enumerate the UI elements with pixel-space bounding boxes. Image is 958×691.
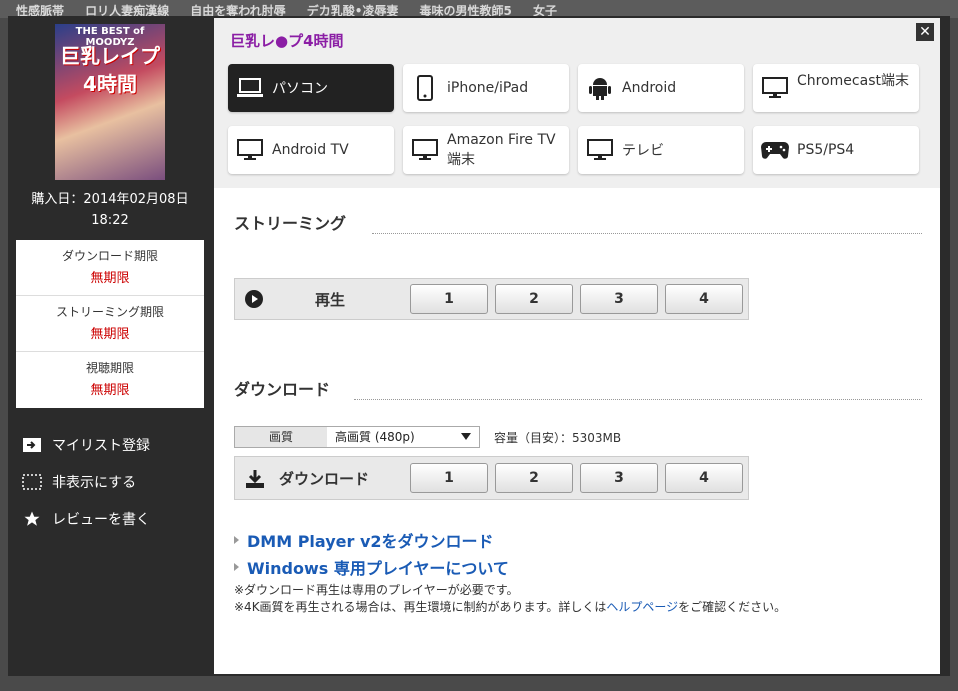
streaming-limit: ストリーミング期限 無期限 — [16, 296, 204, 352]
note-segment: をご確認ください。 — [678, 600, 787, 614]
download-part-button[interactable]: 4 — [665, 463, 743, 493]
limit-value: 無期限 — [90, 383, 130, 398]
device-tab-ps[interactable]: PS5/PS4 — [753, 126, 919, 174]
help-page-link[interactable]: ヘルプページ — [606, 600, 678, 614]
stream-part-button[interactable]: 2 — [495, 284, 573, 314]
modal-content: 巨乳レ●プ4時間 ✕ パソコン iPhone/iPad Android Chro… — [214, 18, 940, 674]
device-tab-pc[interactable]: パソコン — [228, 64, 394, 112]
quality-select[interactable]: 画質 高画質 (480p) — [234, 426, 480, 448]
device-label: iPhone/iPad — [447, 80, 529, 96]
monitor-icon — [753, 64, 797, 112]
close-button[interactable]: ✕ — [916, 23, 934, 41]
limit-value: 無期限 — [90, 271, 130, 286]
laptop-icon — [228, 64, 272, 112]
mylist-button[interactable]: マイリスト登録 — [22, 426, 204, 463]
capacity-text: 容量（目安）：5303MB — [494, 431, 622, 445]
gamepad-icon — [753, 126, 797, 174]
device-label: Amazon Fire TV 端末 — [447, 130, 556, 170]
device-label: PS5/PS4 — [797, 142, 855, 158]
monitor-icon — [578, 126, 622, 174]
stream-part-button[interactable]: 1 — [410, 284, 488, 314]
windows-player-link[interactable]: Windows 専用プレイヤーについて — [234, 555, 509, 579]
chevron-down-icon — [461, 433, 471, 440]
download-limit: ダウンロード期限 無期限 — [16, 240, 204, 296]
device-header: 巨乳レ●プ4時間 ✕ パソコン iPhone/iPad Android Chro… — [214, 18, 940, 188]
triangle-right-icon — [234, 536, 239, 544]
purchase-date: 購入日：2014年02月08日 18:22 — [16, 184, 204, 245]
download-part-button[interactable]: 2 — [495, 463, 573, 493]
purchase-date-line: 購入日：2014年02月08日 — [31, 192, 189, 207]
download-part-button[interactable]: 3 — [580, 463, 658, 493]
viewing-limit: 視聴期限 無期限 — [16, 352, 204, 408]
star-icon — [22, 509, 42, 529]
cover-line: 巨乳レイプ — [60, 44, 160, 68]
cover-image: THE BEST of MOODYZ 巨乳レイプ 4時間 — [55, 24, 165, 180]
download-heading: ダウンロード — [234, 380, 331, 399]
quality-label: 画質 — [235, 427, 327, 447]
device-tab-android[interactable]: Android — [578, 64, 744, 112]
purchase-time-line: 18:22 — [91, 213, 129, 228]
divider — [372, 233, 922, 234]
stream-part-button[interactable]: 3 — [580, 284, 658, 314]
monitor-icon — [403, 126, 447, 174]
divider — [354, 399, 922, 400]
note-segment: ※4K画質を再生される場合は、再生環境に制約があります。詳しくは — [234, 600, 607, 614]
download-bar: ダウンロード 1 2 3 4 — [234, 456, 749, 500]
triangle-right-icon — [234, 563, 239, 571]
hide-label: 非表示にする — [52, 474, 137, 491]
hide-button[interactable]: 非表示にする — [22, 463, 204, 500]
player-download-link[interactable]: DMM Player v2をダウンロード — [234, 528, 494, 552]
monitor-icon — [228, 126, 272, 174]
device-tab-tv[interactable]: テレビ — [578, 126, 744, 174]
limit-label: ストリーミング期限 — [55, 305, 164, 319]
modal-sidebar: THE BEST of MOODYZ 巨乳レイプ 4時間 購入日：2014年02… — [16, 18, 204, 674]
device-label: Chromecast端末 — [797, 73, 909, 89]
device-label-line: 端末 — [447, 152, 475, 168]
link-label: Windows 専用プレイヤーについて — [247, 559, 509, 578]
streaming-bar: 再生 1 2 3 4 — [234, 278, 749, 320]
streaming-heading: ストリーミング — [234, 214, 347, 233]
device-label-line: Amazon Fire TV — [447, 132, 556, 148]
limit-value: 無期限 — [90, 327, 130, 342]
device-tab-android-tv[interactable]: Android TV — [228, 126, 394, 174]
device-tab-fire-tv[interactable]: Amazon Fire TV 端末 — [403, 126, 569, 174]
cover-line: 4時間 — [83, 72, 137, 96]
stream-part-button[interactable]: 4 — [665, 284, 743, 314]
phone-icon — [403, 64, 447, 112]
device-label: パソコン — [272, 81, 328, 97]
play-icon — [245, 290, 263, 308]
note-text: ※4K画質を再生される場合は、再生環境に制約があります。詳しくはヘルプページをご… — [234, 598, 786, 615]
quality-value: 高画質 (480p) — [335, 430, 415, 444]
download-label: ダウンロード — [279, 470, 370, 488]
download-icon — [245, 469, 265, 489]
review-label: レビューを書く — [52, 511, 150, 528]
play-label: 再生 — [315, 291, 346, 309]
product-title: 巨乳レ●プ4時間 — [230, 32, 344, 50]
review-button[interactable]: レビューを書く — [22, 500, 204, 537]
limit-label: ダウンロード期限 — [61, 249, 158, 263]
note-text: ※ダウンロード再生は専用のプレイヤーが必要です。 — [234, 583, 519, 597]
device-label: Android TV — [272, 142, 349, 158]
android-icon — [578, 64, 622, 112]
mylist-label: マイリスト登録 — [52, 437, 150, 454]
device-label: Android — [622, 80, 677, 96]
link-label: DMM Player v2をダウンロード — [247, 532, 494, 551]
mylist-add-icon — [22, 435, 42, 455]
device-label: テレビ — [622, 143, 664, 159]
limits-list: ダウンロード期限 無期限 ストリーミング期限 無期限 視聴期限 無期限 — [16, 240, 204, 408]
download-part-button[interactable]: 1 — [410, 463, 488, 493]
hide-icon — [22, 472, 42, 492]
sidebar-actions: マイリスト登録 非表示にする レビューを書く — [22, 426, 204, 537]
device-tab-iphone[interactable]: iPhone/iPad — [403, 64, 569, 112]
limit-label: 視聴期限 — [85, 361, 134, 375]
device-tab-chromecast[interactable]: Chromecast端末 — [753, 64, 919, 112]
